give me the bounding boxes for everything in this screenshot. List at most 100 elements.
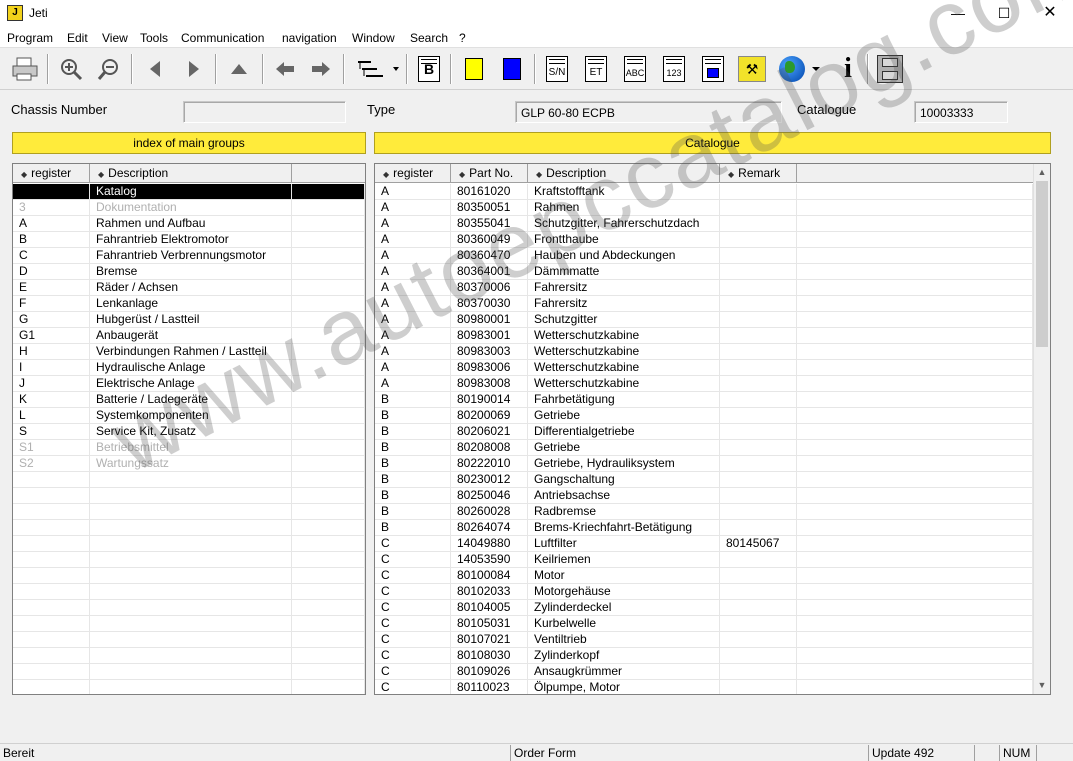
table-row[interactable]: A 80161020 Kraftstofftank <box>375 184 1033 200</box>
table-row[interactable]: Katalog <box>13 184 365 200</box>
table-row[interactable]: A 80980001 Schutzgitter <box>375 312 1033 328</box>
chassis-number-field[interactable] <box>183 101 346 123</box>
table-row[interactable]: A Rahmen und Aufbau <box>13 216 365 232</box>
table-row[interactable]: B 80230012 Gangschaltung <box>375 472 1033 488</box>
book-b-icon[interactable]: B <box>414 54 444 84</box>
table-row[interactable]: C 80108030 Zylinderkopf <box>375 648 1033 664</box>
table-row[interactable]: 3 Dokumentation <box>13 200 365 216</box>
table-row[interactable] <box>13 680 365 694</box>
zoom-in-icon[interactable] <box>56 54 86 84</box>
next-icon[interactable] <box>180 54 210 84</box>
menu-tools[interactable]: Tools <box>140 31 168 45</box>
spare-part-list-icon[interactable]: ET <box>581 54 611 84</box>
table-row[interactable]: S Service Kit, Zusatz <box>13 424 365 440</box>
table-row[interactable]: G Hubgerüst / Lastteil <box>13 312 365 328</box>
file-cabinet-icon[interactable] <box>875 54 905 84</box>
scroll-down-icon[interactable]: ▼ <box>1034 677 1050 693</box>
table-row[interactable]: B Fahrantrieb Elektromotor <box>13 232 365 248</box>
table-row[interactable] <box>13 664 365 680</box>
column-header-register[interactable]: ◆ register <box>375 164 451 183</box>
table-row[interactable]: A 80370006 Fahrersitz <box>375 280 1033 296</box>
menu-view[interactable]: View <box>102 31 128 45</box>
number-search-icon[interactable]: 123 <box>659 54 689 84</box>
column-header-description[interactable]: ◆ Description <box>90 164 292 183</box>
column-header-register[interactable]: ◆ register <box>13 164 90 183</box>
table-row[interactable]: B 80208008 Getriebe <box>375 440 1033 456</box>
zoom-out-icon[interactable] <box>94 54 124 84</box>
blue-marker-icon[interactable] <box>497 54 527 84</box>
table-row[interactable] <box>13 488 365 504</box>
catalogue-field[interactable]: 10003333 <box>914 101 1008 123</box>
globe-language-dropdown[interactable] <box>776 54 824 84</box>
table-row[interactable]: F Lenkanlage <box>13 296 365 312</box>
table-row[interactable]: A 80983006 Wetterschutzkabine <box>375 360 1033 376</box>
text-search-icon[interactable]: ABC <box>620 54 650 84</box>
menu-search[interactable]: Search <box>410 31 448 45</box>
table-row[interactable]: I Hydraulische Anlage <box>13 360 365 376</box>
table-row[interactable]: A 80360470 Hauben und Abdeckungen <box>375 248 1033 264</box>
table-row[interactable]: B 80200069 Getriebe <box>375 408 1033 424</box>
table-row[interactable]: K Batterie / Ladegeräte <box>13 392 365 408</box>
table-row[interactable]: J Elektrische Anlage <box>13 376 365 392</box>
table-row[interactable]: C 80107021 Ventiltrieb <box>375 632 1033 648</box>
minimize-button[interactable]: — <box>935 0 981 26</box>
table-row[interactable]: E Räder / Achsen <box>13 280 365 296</box>
table-row[interactable] <box>13 632 365 648</box>
table-row[interactable]: B 80206021 Differentialgetriebe <box>375 424 1033 440</box>
up-icon[interactable] <box>224 54 254 84</box>
table-row[interactable]: C 14049880 Luftfilter 80145067 <box>375 536 1033 552</box>
table-row[interactable]: A 80983008 Wetterschutzkabine <box>375 376 1033 392</box>
table-row[interactable]: D Bremse <box>13 264 365 280</box>
order-form-pane[interactable]: Order Form <box>510 745 868 761</box>
forward-arrow-icon[interactable] <box>306 54 336 84</box>
table-row[interactable] <box>13 520 365 536</box>
table-row[interactable] <box>13 472 365 488</box>
menu-window[interactable]: Window <box>352 31 395 45</box>
menu-edit[interactable]: Edit <box>67 31 88 45</box>
table-row[interactable]: C 80104005 Zylinderdeckel <box>375 600 1033 616</box>
table-row[interactable]: A 80355041 Schutzgitter, Fahrerschutzdach <box>375 216 1033 232</box>
table-row[interactable]: C 80109026 Ansaugkrümmer <box>375 664 1033 680</box>
table-row[interactable]: C 80100084 Motor <box>375 568 1033 584</box>
blue-document-icon[interactable] <box>698 54 728 84</box>
table-row[interactable]: L Systemkomponenten <box>13 408 365 424</box>
table-row[interactable]: S2 Wartungssatz <box>13 456 365 472</box>
print-icon[interactable] <box>10 54 40 84</box>
table-row[interactable]: A 80983001 Wetterschutzkabine <box>375 328 1033 344</box>
table-row[interactable]: B 80250046 Antriebsachse <box>375 488 1033 504</box>
table-row[interactable]: S1 Betriebsmittel <box>13 440 365 456</box>
table-row[interactable]: C Fahrantrieb Verbrennungsmotor <box>13 248 365 264</box>
table-row[interactable]: A 80370030 Fahrersitz <box>375 296 1033 312</box>
table-row[interactable] <box>13 600 365 616</box>
table-row[interactable]: A 80350051 Rahmen <box>375 200 1033 216</box>
table-row[interactable] <box>13 648 365 664</box>
table-row[interactable]: A 80360049 Frontthaube <box>375 232 1033 248</box>
maximize-button[interactable]: ☐ <box>981 0 1027 26</box>
menu-help[interactable]: ? <box>459 31 466 45</box>
column-header-part-no[interactable]: ◆ Part No. <box>451 164 528 183</box>
info-icon[interactable]: i <box>833 53 863 84</box>
menu-program[interactable]: Program <box>7 31 53 45</box>
table-row[interactable]: C 80105031 Kurbelwelle <box>375 616 1033 632</box>
forklift-icon[interactable]: ⚒ <box>737 54 767 84</box>
table-row[interactable] <box>13 536 365 552</box>
yellow-marker-icon[interactable] <box>459 54 489 84</box>
catalogue-vertical-scrollbar[interactable]: ▲ ▼ <box>1033 164 1050 694</box>
scroll-up-icon[interactable]: ▲ <box>1034 164 1050 180</box>
table-row[interactable] <box>13 584 365 600</box>
column-header-remark[interactable]: ◆ Remark <box>720 164 797 183</box>
serial-number-icon[interactable]: S/N <box>542 54 572 84</box>
menu-navigation[interactable]: navigation <box>282 31 337 45</box>
table-row[interactable]: C 14053590 Keilriemen <box>375 552 1033 568</box>
table-row[interactable]: B 80264074 Brems-Kriechfahrt-Betätigung <box>375 520 1033 536</box>
menu-communication[interactable]: Communication <box>181 31 264 45</box>
table-row[interactable]: H Verbindungen Rahmen / Lastteil <box>13 344 365 360</box>
type-field[interactable]: GLP 60-80 ECPB <box>515 101 782 123</box>
previous-icon[interactable] <box>139 54 169 84</box>
tree-view-dropdown[interactable] <box>352 54 402 84</box>
table-row[interactable]: B 80190014 Fahrbetätigung <box>375 392 1033 408</box>
column-header-description[interactable]: ◆ Description <box>528 164 720 183</box>
table-row[interactable] <box>13 616 365 632</box>
table-row[interactable]: A 80364001 Dämmmatte <box>375 264 1033 280</box>
table-row[interactable]: B 80260028 Radbremse <box>375 504 1033 520</box>
